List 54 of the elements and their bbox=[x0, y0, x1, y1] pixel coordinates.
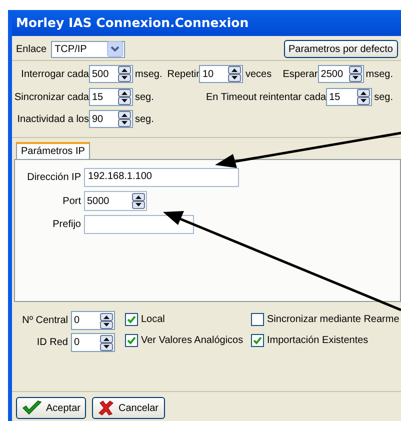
checkbox[interactable] bbox=[125, 334, 138, 347]
spin-field[interactable]: 500 bbox=[89, 65, 133, 83]
spinner-icon bbox=[118, 111, 131, 127]
checkbox[interactable] bbox=[125, 313, 138, 326]
text-field[interactable]: 192.168.1.100 bbox=[84, 168, 239, 187]
checkbox[interactable] bbox=[251, 334, 264, 347]
spinner-icon bbox=[118, 89, 131, 105]
unit-label: seg. bbox=[135, 114, 154, 124]
field-label: Prefijo bbox=[52, 219, 81, 230]
unit-label: mseg. bbox=[366, 68, 393, 80]
cross-icon bbox=[98, 400, 114, 416]
spin-field[interactable]: 0 bbox=[71, 333, 115, 352]
accept-button[interactable]: Aceptar bbox=[16, 397, 86, 419]
spin-field[interactable]: 10 bbox=[199, 65, 244, 83]
checkmark-icon bbox=[22, 400, 42, 416]
spin-field[interactable]: 15 bbox=[89, 88, 133, 106]
tab[interactable]: Parámetros IP bbox=[16, 142, 90, 159]
link-label: Enlace bbox=[16, 44, 47, 54]
checkbox[interactable] bbox=[251, 313, 264, 326]
unit-label: veces bbox=[245, 68, 272, 80]
cancel-button[interactable]: Cancelar bbox=[92, 397, 164, 419]
spinner-icon bbox=[100, 334, 113, 350]
unit-label: mseg. bbox=[135, 68, 162, 80]
field-label: Port bbox=[62, 196, 81, 206]
checkbox-label: Ver Valores Analógicos bbox=[141, 335, 244, 346]
default-parameters-button[interactable]: Parametros por defecto bbox=[284, 40, 398, 58]
field-label: Interrogar cada bbox=[20, 68, 89, 80]
field-label: Inactividad a los bbox=[16, 114, 89, 124]
link-dropdown[interactable]: TCP/IP bbox=[50, 40, 125, 58]
spin-field[interactable]: 2500 bbox=[318, 65, 364, 83]
field-label: Sincronizar cada bbox=[14, 92, 89, 102]
spinner-icon bbox=[100, 312, 113, 328]
spinner-icon bbox=[357, 89, 370, 105]
spin-field[interactable]: 5000 bbox=[84, 191, 147, 211]
window-title: Morley IAS Connexion.Connexion bbox=[12, 10, 401, 36]
spinner-icon bbox=[348, 66, 362, 82]
unit-label: seg. bbox=[374, 92, 393, 102]
field-label: Repetir bbox=[167, 68, 200, 80]
unit-label: seg. bbox=[135, 92, 154, 102]
text-field[interactable] bbox=[84, 215, 194, 234]
field-label: ID Red bbox=[36, 337, 68, 348]
spin-field[interactable]: 90 bbox=[89, 110, 133, 128]
checkbox-label: Local bbox=[141, 314, 165, 325]
spinner-icon bbox=[118, 66, 131, 82]
spin-field[interactable]: 0 bbox=[71, 311, 115, 330]
spin-field[interactable]: 15 bbox=[326, 88, 372, 106]
field-label: Dirección IP bbox=[26, 172, 81, 183]
field-label: Esperar bbox=[282, 68, 318, 80]
field-label: Nº Central bbox=[21, 315, 68, 326]
checkbox-label: Importación Existentes bbox=[267, 335, 368, 346]
checkbox-label: Sincronizar mediante Rearme bbox=[267, 314, 400, 325]
spinner-icon bbox=[132, 193, 145, 209]
spinner-icon bbox=[228, 66, 242, 82]
field-label: En Timeout reintentar cada bbox=[206, 92, 326, 102]
